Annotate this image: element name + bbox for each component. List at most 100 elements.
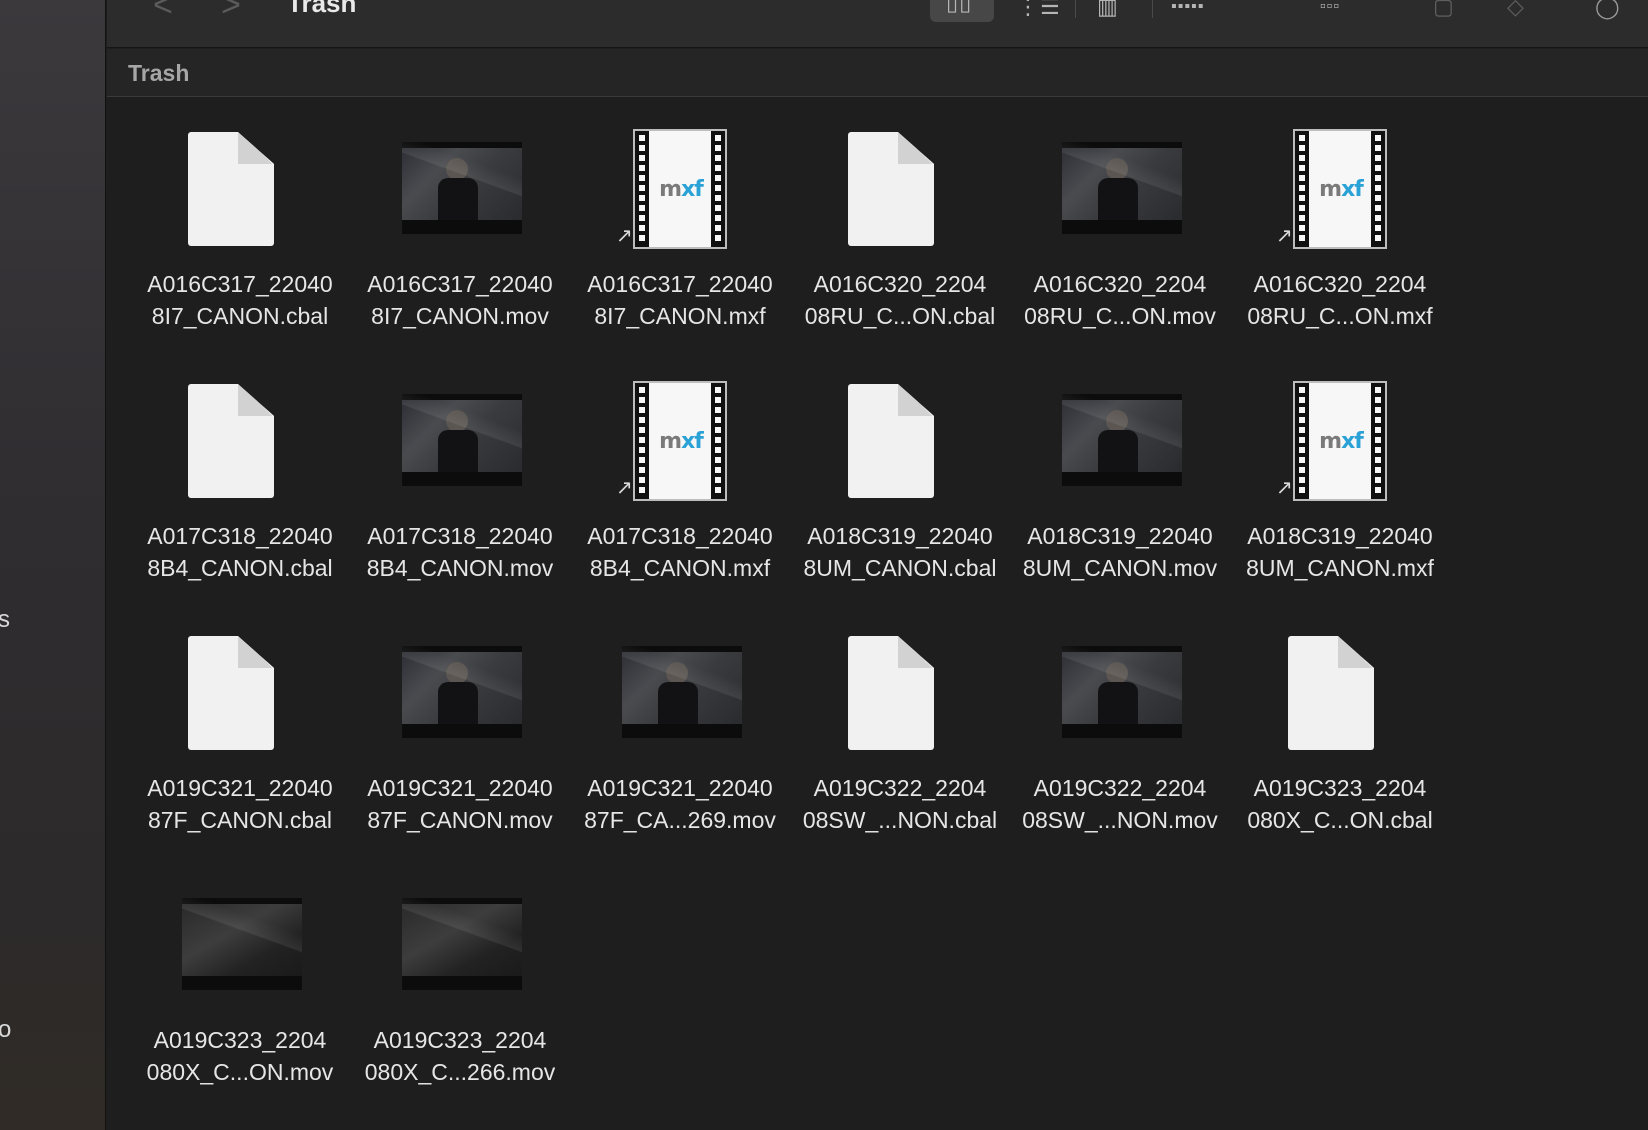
file-name-line: 8UM_CANON.mxf bbox=[1246, 555, 1434, 581]
column-view-icon[interactable]: ▥ bbox=[1097, 0, 1119, 20]
file-name-line: 8I7_CANON.mov bbox=[371, 303, 549, 329]
back-button[interactable]: < bbox=[153, 0, 173, 25]
file-name: A017C318_22040 8B4_CANON.mxf bbox=[570, 520, 790, 584]
mxf-logo-icon: mxf bbox=[659, 177, 704, 202]
file-name-line: A019C323_2204 bbox=[153, 1027, 327, 1053]
document-icon bbox=[790, 114, 1010, 254]
file-item[interactable]: A019C323_2204 080X_C...ON.cbal bbox=[1230, 618, 1450, 870]
mxf-logo-icon: mxf bbox=[659, 429, 704, 454]
file-name-line: A019C323_2204 bbox=[373, 1027, 547, 1053]
file-name-line: A018C319_22040 bbox=[807, 523, 993, 549]
video-thumbnail bbox=[570, 618, 790, 758]
document-icon bbox=[1230, 618, 1450, 758]
file-name-line: 08RU_C...ON.mov bbox=[1024, 303, 1216, 329]
file-name-line: A017C318_22040 bbox=[367, 523, 553, 549]
file-item[interactable]: A019C321_22040 87F_CANON.cbal bbox=[130, 618, 350, 870]
group-by-icon[interactable]: ▫▫▫ bbox=[1320, 0, 1340, 16]
video-thumbnail bbox=[130, 870, 350, 1010]
file-item[interactable]: mxf ↗ A018C319_22040 8UM_CANON.mxf bbox=[1230, 366, 1450, 618]
video-thumbnail bbox=[1010, 618, 1230, 758]
file-grid: A016C317_22040 8I7_CANON.cbal A016C317_220… bbox=[130, 114, 1450, 1122]
file-name: A019C322_2204 08SW_...NON.cbal bbox=[790, 772, 1010, 836]
file-name: A019C321_22040 87F_CANON.cbal bbox=[130, 772, 350, 836]
file-name: A018C319_22040 8UM_CANON.mxf bbox=[1230, 520, 1450, 584]
file-item[interactable]: A016C320_2204 08RU_C...ON.mov bbox=[1010, 114, 1230, 366]
file-name-line: 08RU_C...ON.cbal bbox=[804, 303, 996, 329]
file-name-line: A019C322_2204 bbox=[1033, 775, 1207, 801]
file-name-line: 8I7_CANON.cbal bbox=[151, 303, 329, 329]
video-thumbnail bbox=[350, 870, 570, 1010]
file-name: A017C318_22040 8B4_CANON.cbal bbox=[130, 520, 350, 584]
video-thumbnail-icon bbox=[182, 898, 302, 990]
tag-icon[interactable]: ◇ bbox=[1507, 0, 1525, 20]
share-icon[interactable]: ▢ bbox=[1433, 0, 1455, 20]
file-name-line: 080X_C...266.mov bbox=[364, 1059, 556, 1085]
mxf-file-icon: mxf ↗ bbox=[570, 114, 790, 254]
file-item[interactable]: A019C321_22040 87F_CANON.mov bbox=[350, 618, 570, 870]
file-item[interactable]: A016C317_22040 8I7_CANON.mov bbox=[350, 114, 570, 366]
video-thumbnail bbox=[350, 618, 570, 758]
file-item[interactable]: mxf ↗ A017C318_22040 8B4_CANON.mxf bbox=[570, 366, 790, 618]
file-name-line: A019C321_22040 bbox=[587, 775, 773, 801]
file-item[interactable]: A019C321_22040 87F_CA...269.mov bbox=[570, 618, 790, 870]
list-view-icon[interactable]: ⋮☰ bbox=[1017, 0, 1061, 20]
file-name-line: 08RU_C...ON.mxf bbox=[1247, 303, 1433, 329]
film-strip-icon: mxf bbox=[633, 381, 727, 501]
file-name-line: 080X_C...ON.mov bbox=[146, 1059, 334, 1085]
file-name-line: 080X_C...ON.cbal bbox=[1247, 807, 1433, 833]
icon-view-button[interactable]: ▯▯ bbox=[930, 0, 994, 22]
video-thumbnail bbox=[350, 366, 570, 506]
file-name: A016C320_2204 08RU_C...ON.cbal bbox=[790, 268, 1010, 332]
gallery-view-icon[interactable]: ▪▪▪▪▪ bbox=[1171, 0, 1204, 16]
forward-button[interactable]: > bbox=[221, 0, 241, 25]
mxf-logo-icon: mxf bbox=[1319, 177, 1364, 202]
file-item[interactable]: A016C317_22040 8I7_CANON.cbal bbox=[130, 114, 350, 366]
more-icon[interactable]: ◯ bbox=[1595, 0, 1621, 20]
document-fold-icon bbox=[898, 132, 934, 164]
document-icon bbox=[790, 618, 1010, 758]
file-name-line: 8B4_CANON.cbal bbox=[147, 555, 333, 581]
file-item[interactable]: A019C323_2204 080X_C...ON.mov bbox=[130, 870, 350, 1122]
file-item[interactable]: A019C323_2204 080X_C...266.mov bbox=[350, 870, 570, 1122]
video-thumbnail bbox=[1010, 366, 1230, 506]
file-name: A016C320_2204 08RU_C...ON.mov bbox=[1010, 268, 1230, 332]
file-item[interactable]: A019C322_2204 08SW_...NON.cbal bbox=[790, 618, 1010, 870]
file-item[interactable]: A018C319_22040 8UM_CANON.mov bbox=[1010, 366, 1230, 618]
sidebar-item-label[interactable]: o bbox=[0, 1016, 11, 1044]
file-name: A019C321_22040 87F_CANON.mov bbox=[350, 772, 570, 836]
document-fold-icon bbox=[898, 384, 934, 416]
file-name-line: A017C318_22040 bbox=[587, 523, 773, 549]
file-name: A019C322_2204 08SW_...NON.mov bbox=[1010, 772, 1230, 836]
sidebar: s o bbox=[0, 0, 106, 1130]
file-name-line: A019C321_22040 bbox=[147, 775, 333, 801]
file-name-line: A018C319_22040 bbox=[1027, 523, 1213, 549]
alias-arrow-icon: ↗ bbox=[616, 225, 633, 247]
toolbar: < > Trash ▯▯ ⋮☰ ▥ ▪▪▪▪▪ ▫▫▫ ▢ ◇ ◯ bbox=[107, 0, 1648, 48]
window-title: Trash bbox=[287, 0, 357, 18]
film-strip-icon: mxf bbox=[1293, 381, 1387, 501]
film-strip-icon: mxf bbox=[1293, 129, 1387, 249]
document-icon bbox=[188, 384, 274, 498]
file-name-line: 8B4_CANON.mxf bbox=[589, 555, 771, 581]
video-thumbnail-icon bbox=[1062, 142, 1182, 234]
file-name-line: A016C320_2204 bbox=[1033, 271, 1207, 297]
file-item[interactable]: A016C320_2204 08RU_C...ON.cbal bbox=[790, 114, 1010, 366]
file-name-line: 8UM_CANON.mov bbox=[1022, 555, 1218, 581]
document-icon bbox=[188, 132, 274, 246]
file-name-line: 87F_CANON.mov bbox=[367, 807, 553, 833]
sidebar-item-label[interactable]: s bbox=[0, 606, 10, 634]
file-name-line: 87F_CA...269.mov bbox=[584, 807, 776, 833]
video-thumbnail-icon bbox=[402, 646, 522, 738]
file-name: A019C323_2204 080X_C...ON.mov bbox=[130, 1024, 350, 1088]
file-name: A016C317_22040 8I7_CANON.cbal bbox=[130, 268, 350, 332]
folder-title: Trash bbox=[128, 60, 190, 86]
file-item[interactable]: A017C318_22040 8B4_CANON.cbal bbox=[130, 366, 350, 618]
file-item[interactable]: mxf ↗ A016C317_22040 8I7_CANON.mxf bbox=[570, 114, 790, 366]
file-item[interactable]: A017C318_22040 8B4_CANON.mov bbox=[350, 366, 570, 618]
file-item[interactable]: A019C322_2204 08SW_...NON.mov bbox=[1010, 618, 1230, 870]
video-thumbnail bbox=[350, 114, 570, 254]
file-name-line: 08SW_...NON.mov bbox=[1022, 807, 1218, 833]
document-icon bbox=[848, 384, 934, 498]
file-item[interactable]: mxf ↗ A016C320_2204 08RU_C...ON.mxf bbox=[1230, 114, 1450, 366]
file-item[interactable]: A018C319_22040 8UM_CANON.cbal bbox=[790, 366, 1010, 618]
